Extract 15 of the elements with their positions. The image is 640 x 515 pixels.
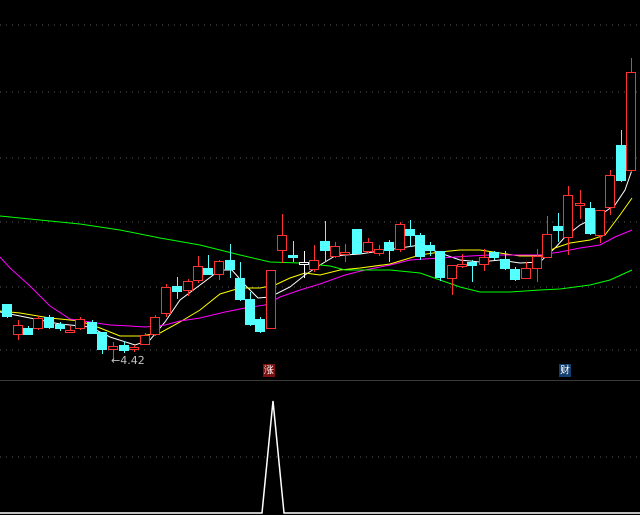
low-price-label: ←4.42	[111, 354, 145, 367]
event-marker[interactable]: 涨	[263, 364, 275, 377]
candlestick	[575, 190, 585, 220]
candlestick	[595, 210, 605, 244]
candlestick	[395, 222, 405, 252]
candlestick	[405, 220, 415, 248]
event-marker[interactable]: 财	[559, 364, 571, 377]
candlestick	[235, 262, 245, 302]
candlestick	[605, 170, 615, 216]
candlestick	[510, 266, 520, 282]
candlestick	[299, 250, 309, 278]
candlestick	[340, 244, 350, 262]
candlestick	[585, 202, 595, 236]
candlestick	[2, 304, 12, 318]
candlestick	[203, 254, 213, 276]
